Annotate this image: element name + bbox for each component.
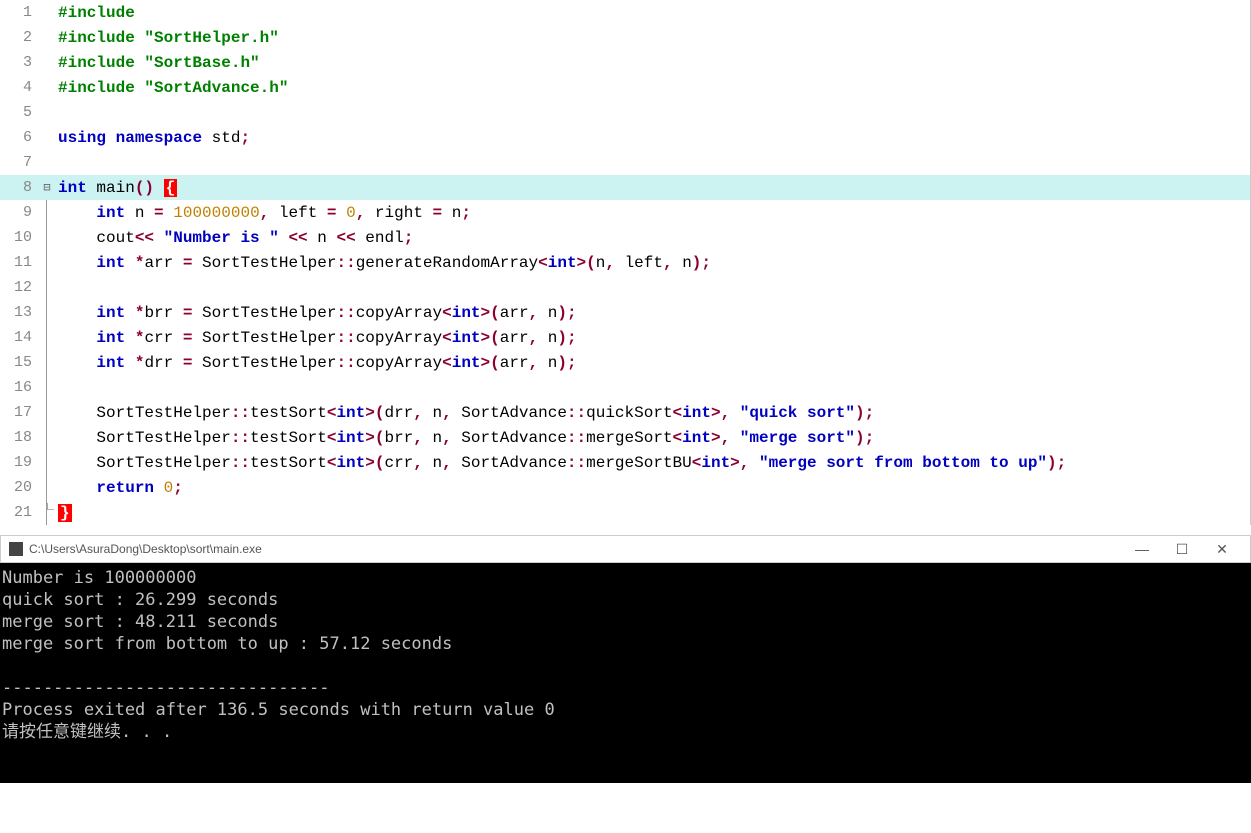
fold-gutter <box>46 475 54 500</box>
code-line[interactable]: 11 int *arr = SortTestHelper::generateRa… <box>0 250 1250 275</box>
code-content[interactable]: return 0; <box>54 479 1250 497</box>
minimize-button[interactable]: — <box>1122 541 1162 557</box>
line-number: 10 <box>0 229 40 246</box>
fold-gutter <box>46 250 54 275</box>
code-content[interactable]: cout<< "Number is " << n << endl; <box>54 229 1250 247</box>
code-line[interactable]: 4 #include "SortAdvance.h" <box>0 75 1250 100</box>
line-number: 12 <box>0 279 40 296</box>
code-line[interactable]: 5 <box>0 100 1250 125</box>
fold-gutter <box>46 275 54 300</box>
line-number: 16 <box>0 379 40 396</box>
code-line[interactable]: 19 SortTestHelper::testSort<int>(crr, n,… <box>0 450 1250 475</box>
code-line[interactable]: 14 int *crr = SortTestHelper::copyArray<… <box>0 325 1250 350</box>
code-content[interactable]: SortTestHelper::testSort<int>(brr, n, So… <box>54 429 1250 447</box>
code-content[interactable]: int *crr = SortTestHelper::copyArray<int… <box>54 329 1250 347</box>
line-number: 14 <box>0 329 40 346</box>
fold-gutter <box>46 350 54 375</box>
code-line[interactable]: 9 int n = 100000000, left = 0, right = n… <box>0 200 1250 225</box>
maximize-button[interactable]: ☐ <box>1162 541 1202 558</box>
line-number: 18 <box>0 429 40 446</box>
code-line[interactable]: 15 int *drr = SortTestHelper::copyArray<… <box>0 350 1250 375</box>
code-line[interactable]: 6 using namespace std; <box>0 125 1250 150</box>
fold-gutter <box>46 200 54 225</box>
fold-gutter[interactable]: ⊟ <box>40 180 54 195</box>
fold-gutter <box>46 425 54 450</box>
console-title: C:\Users\AsuraDong\Desktop\sort\main.exe <box>29 542 262 556</box>
fold-gutter <box>46 400 54 425</box>
line-number: 17 <box>0 404 40 421</box>
code-line[interactable]: 3 #include "SortBase.h" <box>0 50 1250 75</box>
code-content[interactable]: #include "SortHelper.h" <box>54 29 1250 47</box>
code-line[interactable]: 2 #include "SortHelper.h" <box>0 25 1250 50</box>
code-line[interactable]: 8⊟int main() { <box>0 175 1250 200</box>
app-icon <box>9 542 23 556</box>
line-number: 1 <box>0 4 40 21</box>
fold-gutter: ∟ <box>46 500 54 525</box>
line-number: 2 <box>0 29 40 46</box>
code-content[interactable]: int *brr = SortTestHelper::copyArray<int… <box>54 304 1250 322</box>
line-number: 20 <box>0 479 40 496</box>
code-line[interactable]: 13 int *brr = SortTestHelper::copyArray<… <box>0 300 1250 325</box>
code-editor[interactable]: 1 #include 2 #include "SortHelper.h" 3 #incl… <box>0 0 1251 525</box>
code-content[interactable]: #include "SortBase.h" <box>54 54 1250 72</box>
code-content[interactable]: int n = 100000000, left = 0, right = n; <box>54 204 1250 222</box>
fold-gutter <box>46 225 54 250</box>
code-content[interactable]: int main() { <box>54 179 1250 197</box>
fold-gutter <box>46 375 54 400</box>
line-number: 9 <box>0 204 40 221</box>
fold-gutter <box>46 325 54 350</box>
code-line[interactable]: 20 return 0; <box>0 475 1250 500</box>
code-content[interactable]: using namespace std; <box>54 129 1250 147</box>
close-button[interactable]: ✕ <box>1202 541 1242 558</box>
line-number: 7 <box>0 154 40 171</box>
code-line[interactable]: 10 cout<< "Number is " << n << endl; <box>0 225 1250 250</box>
line-number: 6 <box>0 129 40 146</box>
line-number: 21 <box>0 504 40 521</box>
code-line[interactable]: 12 <box>0 275 1250 300</box>
line-number: 13 <box>0 304 40 321</box>
code-content[interactable]: int *arr = SortTestHelper::generateRando… <box>54 254 1250 272</box>
code-line[interactable]: 1 #include <box>0 0 1250 25</box>
line-number: 5 <box>0 104 40 121</box>
code-line[interactable]: 21 ∟} <box>0 500 1250 525</box>
code-line[interactable]: 17 SortTestHelper::testSort<int>(drr, n,… <box>0 400 1250 425</box>
code-line[interactable]: 16 <box>0 375 1250 400</box>
code-content[interactable]: #include "SortAdvance.h" <box>54 79 1250 97</box>
fold-gutter <box>46 300 54 325</box>
line-number: 19 <box>0 454 40 471</box>
console-titlebar[interactable]: C:\Users\AsuraDong\Desktop\sort\main.exe… <box>0 535 1251 563</box>
fold-gutter <box>46 450 54 475</box>
line-number: 8 <box>0 179 40 196</box>
line-number: 3 <box>0 54 40 71</box>
line-number: 15 <box>0 354 40 371</box>
code-content[interactable]: #include <box>54 4 1250 22</box>
code-line[interactable]: 7 <box>0 150 1250 175</box>
code-line[interactable]: 18 SortTestHelper::testSort<int>(brr, n,… <box>0 425 1250 450</box>
code-content[interactable]: } <box>54 504 1250 522</box>
code-content[interactable]: SortTestHelper::testSort<int>(drr, n, So… <box>54 404 1250 422</box>
line-number: 11 <box>0 254 40 271</box>
code-content[interactable]: SortTestHelper::testSort<int>(crr, n, So… <box>54 454 1250 472</box>
line-number: 4 <box>0 79 40 96</box>
console-window: C:\Users\AsuraDong\Desktop\sort\main.exe… <box>0 535 1251 783</box>
code-content[interactable]: int *drr = SortTestHelper::copyArray<int… <box>54 354 1250 372</box>
console-output[interactable]: Number is 100000000 quick sort : 26.299 … <box>0 563 1251 783</box>
